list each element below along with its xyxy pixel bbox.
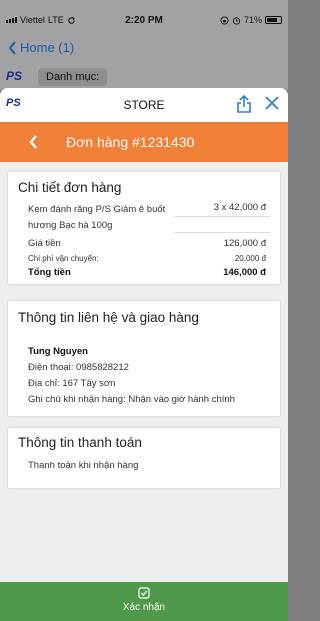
customer-phone: Điện thoại: 0985828212 xyxy=(28,362,129,373)
price-label: Giá tiền xyxy=(28,238,61,249)
share-icon[interactable] xyxy=(236,94,252,114)
divider xyxy=(174,232,270,233)
lock-rotation-icon xyxy=(220,15,229,25)
background-logo-text: PS xyxy=(6,69,23,83)
total-value: 146,000 đ xyxy=(223,267,266,278)
payment-card: Thông tin thanh toán Thanh toán khi nhận… xyxy=(8,428,280,488)
order-details-card: Chi tiết đơn hàng Kem đánh răng P/S Giảm… xyxy=(8,172,280,284)
background-category-row: PS Danh mục: xyxy=(0,64,288,90)
product-quantity-price: 3 x 42,000 đ xyxy=(213,202,266,213)
product-name: Kem đánh răng P/S Giảm ê buốt hương Bạc … xyxy=(28,204,166,231)
payment-heading: Thông tin thanh toán xyxy=(18,435,142,450)
customer-address: Địa chỉ: 167 Tây sơn xyxy=(28,378,116,389)
shipping-value: 20,000 đ xyxy=(234,254,266,263)
back-arrow-icon[interactable] xyxy=(28,134,38,150)
delivery-note: Ghi chú khi nhận hàng: Nhận vào giờ hành… xyxy=(28,394,235,405)
customer-name: Tung Nguyen xyxy=(28,346,88,357)
shipping-row: Chi phí vận chuyển: 20,000 đ xyxy=(28,254,266,263)
category-chip[interactable]: Danh mục: xyxy=(38,68,108,86)
price-value: 126,000 đ xyxy=(223,238,266,249)
alarm-icon xyxy=(232,16,241,25)
total-label: Tổng tiền xyxy=(28,267,71,278)
close-icon[interactable] xyxy=(264,95,280,111)
confirm-label: Xác nhận xyxy=(122,602,166,613)
status-icons: 71% xyxy=(220,15,282,25)
home-back-link[interactable]: Home (1) xyxy=(8,40,74,55)
chevron-left-icon xyxy=(8,40,16,55)
check-icon xyxy=(138,587,150,599)
background-nav: Home (1) xyxy=(0,34,288,64)
confirm-button[interactable]: Xác nhận xyxy=(0,582,288,621)
home-back-label: Home (1) xyxy=(20,40,75,55)
order-details-heading: Chi tiết đơn hàng xyxy=(18,180,122,195)
background-logo: PS xyxy=(6,69,22,83)
order-title: Đơn hàng #1231430 xyxy=(66,134,195,150)
total-row: Tổng tiền 146,000 đ xyxy=(28,267,266,278)
payment-method: Thanh toán khi nhận hàng xyxy=(28,460,139,471)
contact-heading: Thông tin liên hệ và giao hàng xyxy=(18,310,199,325)
divider xyxy=(174,216,270,217)
price-row: Giá tiền 126,000 đ xyxy=(28,238,266,249)
battery-percent: 71% xyxy=(243,15,262,25)
contact-shipping-card: Thông tin liên hệ và giao hàng Tung Nguy… xyxy=(8,301,280,416)
store-sheet: PS STORE Đơn hàng #1231430 Chi tiết đơn … xyxy=(0,88,288,621)
store-header: PS STORE xyxy=(0,88,288,122)
battery-icon xyxy=(265,16,282,24)
shipping-label: Chi phí vận chuyển: xyxy=(28,254,99,263)
order-header-bar: Đơn hàng #1231430 xyxy=(0,122,288,162)
